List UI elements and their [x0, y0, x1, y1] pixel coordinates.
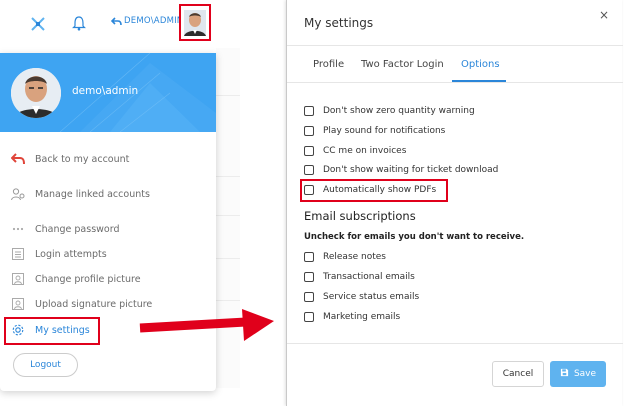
menu-item-label: Manage linked accounts	[35, 188, 150, 200]
checkbox[interactable]	[304, 146, 314, 156]
account-menu-header: demo\admin	[0, 53, 216, 132]
divider	[216, 258, 240, 259]
checkbox[interactable]	[304, 272, 314, 282]
linked-users-icon	[11, 187, 25, 201]
divider	[216, 176, 240, 177]
annotation-highlight-my-settings	[4, 317, 100, 345]
divider	[216, 215, 240, 216]
option-label: Marketing emails	[323, 312, 401, 322]
option-ticket-download-waiting[interactable]: Don't show waiting for ticket download	[304, 163, 498, 177]
impersonated-user-link[interactable]: DEMO\ADMIN	[111, 16, 183, 26]
menu-item-label: Change profile picture	[35, 273, 141, 285]
divider	[287, 82, 623, 83]
password-dots-icon	[11, 222, 25, 236]
logout-button[interactable]: Logout	[13, 353, 78, 377]
annotation-highlight-auto-pdfs	[300, 179, 448, 202]
option-label: Don't show waiting for ticket download	[323, 165, 499, 175]
tab-profile[interactable]: Profile	[313, 59, 344, 70]
divider	[216, 95, 240, 96]
cancel-button[interactable]: Cancel	[492, 361, 544, 387]
option-zero-quantity-warning[interactable]: Don't show zero quantity warning	[304, 104, 475, 118]
divider	[216, 300, 240, 301]
settings-modal: My settings × Profile Two Factor Login O…	[286, 0, 623, 406]
user-label: DEMO\ADMIN	[124, 16, 184, 26]
cancel-label: Cancel	[502, 369, 534, 379]
menu-item-label: Upload signature picture	[35, 298, 153, 310]
option-label: Release notes	[323, 252, 386, 262]
tab-two-factor-login[interactable]: Two Factor Login	[361, 59, 444, 70]
option-play-sound[interactable]: Play sound for notifications	[304, 124, 445, 138]
email-option-transactional[interactable]: Transactional emails	[304, 270, 415, 284]
option-cc-invoices[interactable]: CC me on invoices	[304, 144, 406, 158]
close-icon[interactable]: ×	[599, 8, 609, 22]
checkbox[interactable]	[304, 165, 314, 175]
email-option-service-status[interactable]: Service status emails	[304, 290, 419, 304]
avatar-large	[11, 68, 61, 118]
menu-item-manage-linked-accounts[interactable]: Manage linked accounts	[11, 184, 150, 204]
back-arrow-icon	[111, 16, 122, 25]
divider	[287, 45, 623, 46]
floppy-disk-icon	[560, 368, 569, 380]
back-arrow-icon	[10, 152, 25, 166]
app-logo-icon[interactable]	[31, 16, 45, 31]
menu-item-label: Back to my account	[35, 153, 130, 165]
checkbox[interactable]	[304, 292, 314, 302]
option-label: Transactional emails	[323, 272, 415, 282]
checkbox[interactable]	[304, 312, 314, 322]
email-subscriptions-title: Email subscriptions	[304, 209, 416, 223]
email-subscriptions-description: Uncheck for emails you don't want to rec…	[304, 232, 525, 242]
email-option-release-notes[interactable]: Release notes	[304, 250, 386, 264]
save-button[interactable]: Save	[550, 361, 606, 387]
menu-item-upload-signature-picture[interactable]: Upload signature picture	[11, 294, 152, 314]
avatar-button[interactable]	[179, 4, 211, 41]
option-label: CC me on invoices	[323, 146, 407, 156]
list-icon	[11, 247, 25, 261]
checkbox[interactable]	[304, 106, 314, 116]
bell-icon[interactable]	[72, 15, 86, 31]
account-username: demo\admin	[72, 85, 139, 97]
checkbox[interactable]	[304, 126, 314, 136]
checkbox[interactable]	[304, 252, 314, 262]
menu-item-login-attempts[interactable]: Login attempts	[11, 244, 107, 264]
option-label: Don't show zero quantity warning	[323, 106, 475, 116]
email-option-marketing[interactable]: Marketing emails	[304, 310, 400, 324]
modal-title: My settings	[304, 16, 374, 30]
tab-options[interactable]: Options	[461, 59, 500, 70]
profile-picture-icon	[11, 272, 25, 286]
signature-picture-icon	[11, 297, 25, 311]
annotation-arrow-icon	[139, 309, 274, 341]
option-label: Service status emails	[323, 292, 420, 302]
menu-item-label: Change password	[35, 223, 120, 235]
menu-item-label: Login attempts	[35, 248, 107, 260]
menu-item-back-to-account[interactable]: Back to my account	[10, 149, 130, 169]
divider	[287, 343, 623, 344]
option-label: Play sound for notifications	[323, 126, 446, 136]
save-label: Save	[573, 369, 597, 379]
avatar	[184, 9, 206, 36]
menu-item-change-password[interactable]: Change password	[11, 219, 120, 239]
menu-item-change-profile-picture[interactable]: Change profile picture	[11, 269, 141, 289]
top-bar: DEMO\ADMIN	[0, 0, 240, 48]
